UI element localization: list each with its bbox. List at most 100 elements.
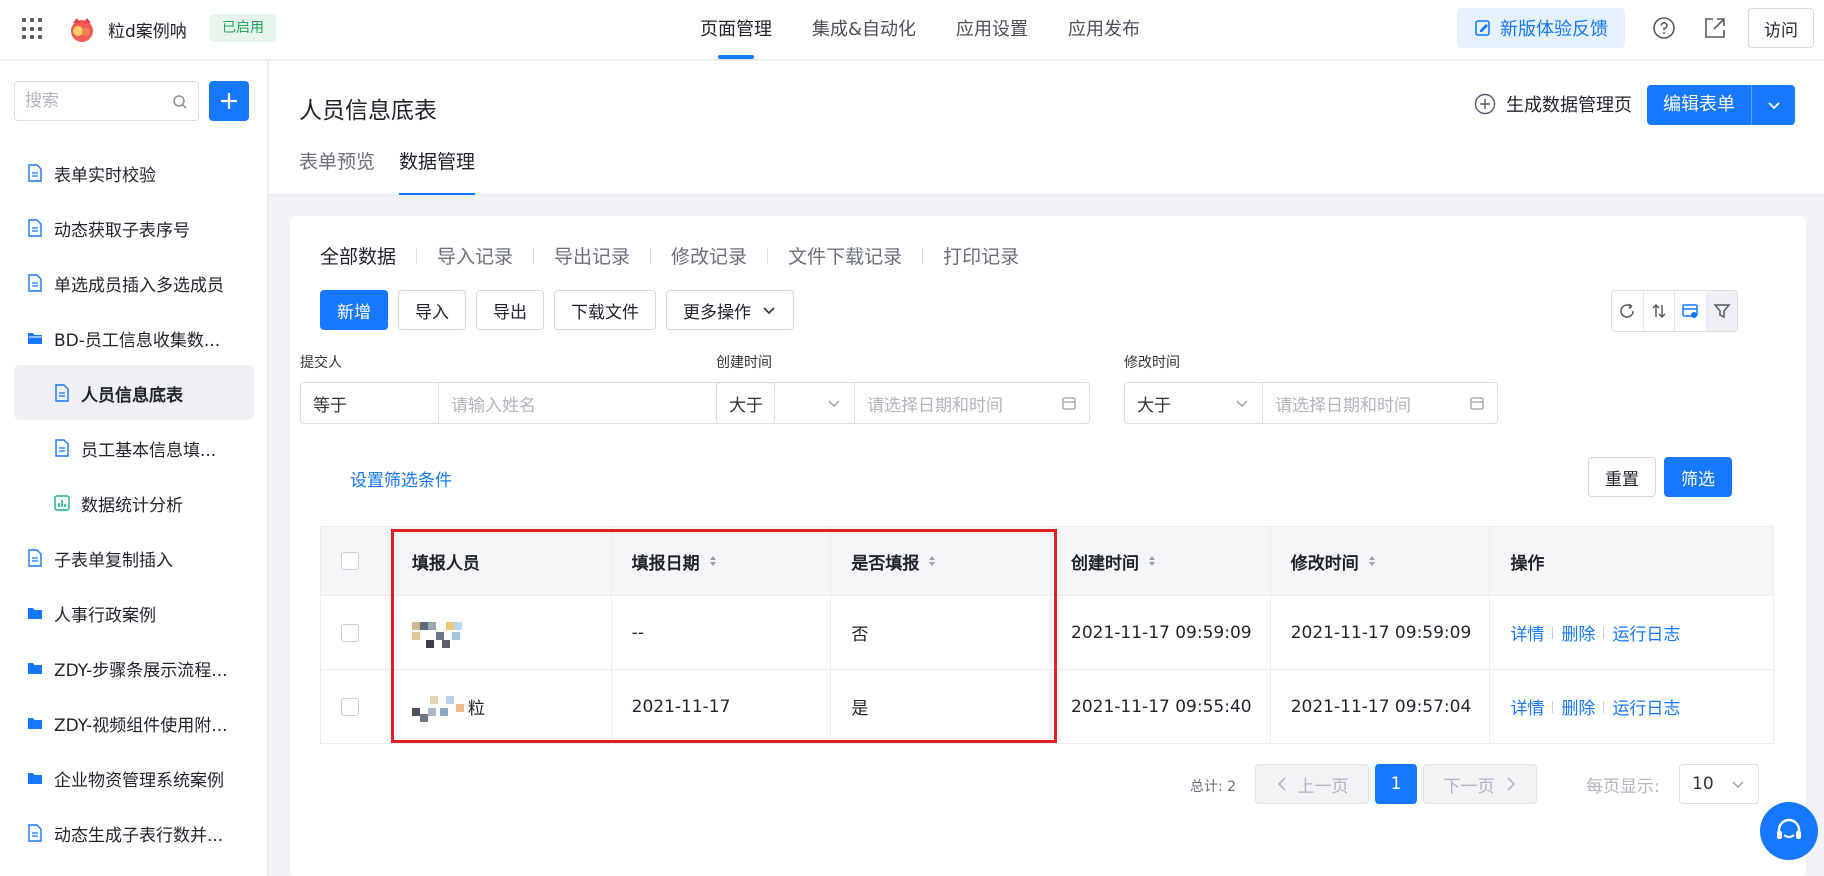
column-header-label: 是否填报 (851, 553, 920, 574)
modified-cell: 2021-11-17 09:57:04 (1271, 670, 1491, 743)
download-files-button[interactable]: 下载文件 (554, 290, 656, 330)
tab-file-download-records[interactable]: 文件下载记录 (788, 242, 902, 269)
top-nav-app-settings[interactable]: 应用设置 (956, 0, 1028, 60)
top-nav-page-management[interactable]: 页面管理 (700, 0, 772, 60)
sidebar-item-materials-folder[interactable]: 企业物资管理系统案例 (0, 750, 268, 805)
divider (1603, 626, 1605, 639)
operator-select[interactable]: 大于 (717, 383, 855, 423)
tab-print-records[interactable]: 打印记录 (943, 242, 1019, 269)
divider (416, 247, 418, 264)
select-all-checkbox[interactable] (341, 552, 359, 570)
operator-select[interactable]: 等于 (301, 383, 439, 423)
column-header[interactable]: 填报日期 (612, 527, 832, 595)
row-checkbox[interactable] (341, 697, 359, 716)
sort-icon[interactable] (709, 556, 716, 566)
visit-button[interactable]: 访问 (1748, 8, 1814, 48)
sidebar-item-member-insert[interactable]: 单选成员插入多选成员 (0, 255, 268, 310)
tab-all-data[interactable]: 全部数据 (320, 242, 396, 269)
detail-link[interactable]: 详情 (1510, 694, 1544, 719)
sidebar-item-stats[interactable]: 数据统计分析 (0, 475, 268, 530)
table-row[interactable]: 粒 2021-11-17 是 2021-11-17 09:55:40 2021-… (321, 669, 1773, 743)
edit-form-button[interactable]: 编辑表单 (1647, 85, 1751, 125)
delete-link[interactable]: 删除 (1561, 694, 1595, 719)
calendar-icon (1470, 397, 1484, 410)
feedback-button[interactable]: 新版体验反馈 (1457, 8, 1625, 48)
external-link-icon[interactable] (1703, 16, 1727, 40)
page-list: 表单实时校验 动态获取子表序号 单选成员插入多选成员 BD-员工信息收集数...… (0, 145, 268, 860)
next-page-button[interactable]: 下一页 (1423, 764, 1537, 804)
sort-icon[interactable] (929, 556, 936, 566)
tab-form-preview[interactable]: 表单预览 (299, 147, 375, 195)
filter-toggle-button[interactable] (1706, 291, 1737, 331)
column-header[interactable]: 修改时间 (1271, 527, 1491, 595)
sidebar-item-bd-folder[interactable]: BD-员工信息收集数... (0, 310, 268, 365)
search-input[interactable] (25, 90, 165, 112)
tab-data-management[interactable]: 数据管理 (399, 147, 476, 195)
plus-circle-icon (1474, 93, 1496, 115)
more-actions-button[interactable]: 更多操作 (666, 290, 794, 330)
filter-label: 提交人 (300, 355, 342, 371)
tab-modify-records[interactable]: 修改记录 (671, 242, 747, 269)
tab-import-records[interactable]: 导入记录 (437, 242, 513, 269)
add-page-button[interactable] (209, 81, 249, 121)
column-header: 填报人员 (392, 527, 612, 595)
plus-icon (221, 93, 237, 109)
sidebar-item-dynamic-rows[interactable]: 动态生成子表行数并... (0, 805, 268, 860)
top-nav-app-publish[interactable]: 应用发布 (1068, 0, 1140, 60)
column-header[interactable]: 创建时间 (1051, 527, 1271, 595)
sort-icon[interactable] (1368, 556, 1375, 566)
per-page-select[interactable]: 10 (1679, 764, 1759, 804)
sort-icon[interactable] (1149, 556, 1156, 566)
app-grid-icon[interactable] (22, 18, 44, 40)
row-checkbox[interactable] (341, 623, 359, 642)
import-button[interactable]: 导入 (398, 290, 466, 330)
sidebar-item-subtable-index[interactable]: 动态获取子表序号 (0, 200, 268, 255)
feedback-label: 新版体验反馈 (1500, 19, 1608, 40)
run-log-link[interactable]: 运行日志 (1612, 620, 1680, 645)
edit-form-dropdown[interactable] (1751, 85, 1795, 125)
sidebar-item-steps-folder[interactable]: ZDY-步骤条展示流程... (0, 640, 268, 695)
set-filter-conditions-link[interactable]: 设置筛选条件 (350, 466, 452, 491)
more-actions-label: 更多操作 (683, 302, 751, 323)
chevron-down-icon (828, 400, 840, 408)
sidebar-item-subform-copy[interactable]: 子表单复制插入 (0, 530, 268, 585)
column-header[interactable]: 是否填报 (831, 527, 1052, 595)
customer-support-button[interactable] (1760, 802, 1818, 860)
table-row[interactable]: -- 否 2021-11-17 09:59:09 2021-11-17 09:5… (321, 595, 1773, 669)
generate-data-page-button[interactable]: 生成数据管理页 (1474, 91, 1632, 117)
operator-value: 大于 (1137, 395, 1171, 416)
prev-page-button[interactable]: 上一页 (1255, 764, 1369, 804)
chevron-down-icon (1767, 102, 1780, 110)
sidebar-item-realtime-validation[interactable]: 表单实时校验 (0, 145, 268, 200)
top-nav-integration[interactable]: 集成&自动化 (812, 0, 916, 60)
help-icon[interactable] (1652, 16, 1676, 40)
export-button[interactable]: 导出 (476, 290, 544, 330)
created-time-picker[interactable]: 请选择日期和时间 (855, 383, 1089, 423)
top-bar: 粒d案例呐 已启用 页面管理 集成&自动化 应用设置 应用发布 新版体验反馈 访… (0, 0, 1824, 60)
search-icon (173, 95, 187, 109)
operations-cell: 详情 删除 运行日志 (1490, 596, 1773, 669)
sidebar-item-employee-info[interactable]: 员工基本信息填... (0, 420, 268, 475)
current-page-button[interactable]: 1 (1375, 764, 1417, 804)
refresh-button[interactable] (1612, 291, 1644, 331)
reset-button[interactable]: 重置 (1588, 457, 1656, 497)
add-record-button[interactable]: 新增 (320, 290, 388, 330)
column-header: 操作 (1490, 527, 1773, 595)
tab-export-records[interactable]: 导出记录 (554, 242, 630, 269)
sidebar-item-video-folder[interactable]: ZDY-视频组件使用附... (0, 695, 268, 750)
divider (1552, 700, 1554, 713)
sort-button[interactable] (1644, 291, 1675, 331)
form-icon (28, 549, 42, 567)
sidebar-item-personnel-table[interactable]: 人员信息底表 (14, 365, 254, 420)
operator-select[interactable]: 大于 (1125, 383, 1263, 423)
delete-link[interactable]: 删除 (1561, 620, 1595, 645)
sidebar-item-hr-folder[interactable]: 人事行政案例 (0, 585, 268, 640)
filter-row: 等于 请输入姓名 (300, 382, 775, 424)
column-settings-button[interactable] (1675, 291, 1707, 331)
sidebar-item-label: ZDY-步骤条展示流程... (54, 661, 228, 681)
modified-time-picker[interactable]: 请选择日期和时间 (1263, 383, 1497, 423)
apply-filter-button[interactable]: 筛选 (1664, 457, 1732, 497)
filled-cell: 是 (831, 670, 1052, 743)
run-log-link[interactable]: 运行日志 (1612, 694, 1680, 719)
detail-link[interactable]: 详情 (1510, 620, 1544, 645)
